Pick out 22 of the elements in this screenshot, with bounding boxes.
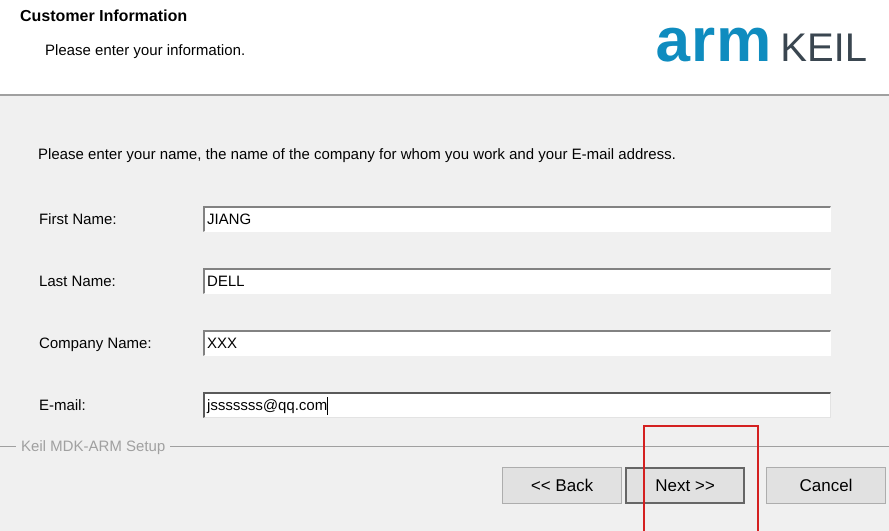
wizard-button[interactable]: Cancel	[766, 467, 886, 504]
wizard-button[interactable]: << Back	[502, 467, 622, 504]
product-logo-text: KEIL	[780, 26, 867, 71]
field-value: JIANG	[207, 211, 252, 228]
field-label: Company Name:	[38, 334, 153, 352]
input-field[interactable]: jsssssss@qq.com	[203, 392, 831, 418]
wizard-button[interactable]: Next >>	[625, 467, 745, 504]
field-label: First Name:	[38, 210, 118, 228]
intro-text: Please enter your name, the name of the company for whom you work and your E-mail address.	[38, 146, 677, 163]
input-field[interactable]: JIANG	[203, 206, 831, 232]
page-title: Customer Information	[20, 8, 188, 26]
field-label: Last Name:	[38, 272, 117, 290]
field-label: E-mail:	[38, 396, 87, 414]
input-field[interactable]: DELL	[203, 268, 831, 294]
text-caret	[327, 396, 328, 414]
field-value: jsssssss@qq.com	[207, 397, 328, 414]
page-subtitle: Please enter your information.	[45, 42, 246, 59]
field-value: DELL	[207, 273, 245, 290]
brand-logo-text: arm	[656, 5, 772, 77]
group-label: Keil MDK-ARM Setup	[20, 438, 166, 455]
input-field[interactable]: XXX	[203, 330, 831, 356]
field-value: XXX	[207, 335, 238, 352]
